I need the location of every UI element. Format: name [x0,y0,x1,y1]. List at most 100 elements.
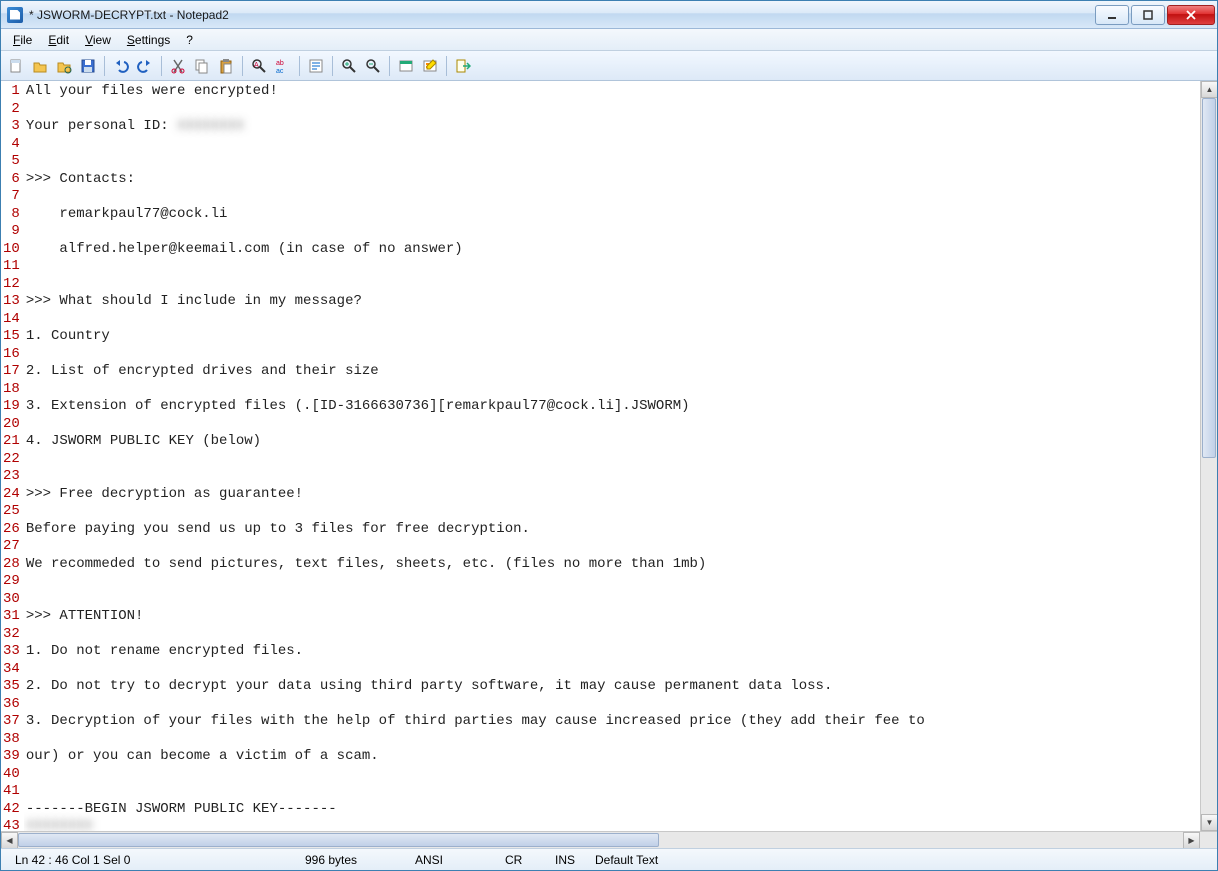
text-line[interactable] [26,223,1198,241]
scrollbar-corner [1200,832,1217,849]
open-file-button[interactable] [29,55,51,77]
text-line[interactable]: >>> What should I include in my message? [26,293,1198,311]
text-line[interactable]: remarkpaul77@cock.li [26,206,1198,224]
undo-button[interactable] [110,55,132,77]
text-line[interactable]: 3. Extension of encrypted files (.[ID-31… [26,398,1198,416]
text-line[interactable] [26,538,1198,556]
text-line[interactable]: >>> Free decryption as guarantee! [26,486,1198,504]
zoom-out-button[interactable] [362,55,384,77]
text-line[interactable] [26,416,1198,434]
text-line[interactable] [26,468,1198,486]
text-line[interactable] [26,258,1198,276]
text-content[interactable]: All your files were encrypted! Your pers… [24,81,1200,831]
menu-edit[interactable]: Edit [40,31,77,49]
minimize-icon [1107,10,1117,20]
text-line[interactable]: 3. Decryption of your files with the hel… [26,713,1198,731]
horizontal-scroll-track[interactable] [18,832,1183,848]
text-line[interactable]: We recommeded to send pictures, text fil… [26,556,1198,574]
vertical-scroll-track[interactable] [1201,98,1217,814]
editor[interactable]: 1 2 3 4 5 6 7 8 9 10 11 12 13 14 15 16 1… [1,81,1200,831]
vertical-scroll-thumb[interactable] [1202,98,1216,458]
browse-button[interactable] [53,55,75,77]
undo-icon [113,58,129,74]
copy-button[interactable] [191,55,213,77]
scroll-right-icon[interactable]: ▶ [1183,832,1200,849]
text-line[interactable] [26,153,1198,171]
svg-text:ab: ab [276,60,284,67]
text-line[interactable] [26,626,1198,644]
redo-icon [137,58,153,74]
text-line[interactable] [26,731,1198,749]
exit-button[interactable] [452,55,474,77]
text-line[interactable] [26,346,1198,364]
text-line[interactable]: alfred.helper@keemail.com (in case of no… [26,241,1198,259]
text-line[interactable] [26,783,1198,801]
text-line[interactable]: Your personal ID: XXXXXXXX [26,118,1198,136]
maximize-button[interactable] [1131,5,1165,25]
open-file-icon [32,58,48,74]
text-line[interactable] [26,311,1198,329]
menu-file[interactable]: File [5,31,40,49]
horizontal-scrollbar[interactable]: ◀ ▶ [1,832,1200,848]
status-position: Ln 42 : 46 Col 1 Sel 0 [7,849,297,870]
svg-text:ac: ac [276,68,284,74]
scheme-button[interactable] [395,55,417,77]
scroll-left-icon[interactable]: ◀ [1,832,18,849]
text-line[interactable] [26,591,1198,609]
text-line[interactable] [26,451,1198,469]
menu-settings[interactable]: Settings [119,31,178,49]
text-line[interactable]: 1. Do not rename encrypted files. [26,643,1198,661]
text-line[interactable]: 1. Country [26,328,1198,346]
titlebar[interactable]: * JSWORM-DECRYPT.txt - Notepad2 [1,1,1217,29]
svg-text:A: A [254,62,259,69]
horizontal-scroll-thumb[interactable] [18,833,659,847]
text-line[interactable] [26,101,1198,119]
text-line[interactable] [26,188,1198,206]
window-controls [1095,5,1215,25]
horizontal-scrollbar-wrap: ◀ ▶ [1,831,1217,848]
text-line[interactable] [26,573,1198,591]
customize-button[interactable] [419,55,441,77]
text-line[interactable] [26,136,1198,154]
text-line[interactable] [26,661,1198,679]
text-line[interactable]: 2. Do not try to decrypt your data using… [26,678,1198,696]
replace-button[interactable]: abac [272,55,294,77]
find-button[interactable]: A [248,55,270,77]
text-line[interactable] [26,696,1198,714]
text-line[interactable]: >>> ATTENTION! [26,608,1198,626]
find-icon: A [251,58,267,74]
toolbar-separator [389,56,390,76]
text-line[interactable] [26,381,1198,399]
close-button[interactable] [1167,5,1215,25]
new-file-button[interactable] [5,55,27,77]
paste-button[interactable] [215,55,237,77]
redo-button[interactable] [134,55,156,77]
word-wrap-icon [308,58,324,74]
browse-icon [56,58,72,74]
menu-view[interactable]: View [77,31,119,49]
text-line[interactable]: 4. JSWORM PUBLIC KEY (below) [26,433,1198,451]
vertical-scrollbar[interactable]: ▲ ▼ [1200,81,1217,831]
menu-help[interactable]: ? [178,31,201,49]
close-icon [1186,10,1196,20]
minimize-button[interactable] [1095,5,1129,25]
save-icon [80,58,96,74]
cut-button[interactable] [167,55,189,77]
scroll-up-icon[interactable]: ▲ [1201,81,1217,98]
text-line[interactable]: 2. List of encrypted drives and their si… [26,363,1198,381]
zoom-in-button[interactable] [338,55,360,77]
save-button[interactable] [77,55,99,77]
text-line[interactable] [26,276,1198,294]
text-line[interactable]: our) or you can become a victim of a sca… [26,748,1198,766]
copy-icon [194,58,210,74]
text-line[interactable] [26,503,1198,521]
word-wrap-button[interactable] [305,55,327,77]
text-line[interactable]: -------BEGIN JSWORM PUBLIC KEY------- [26,801,1198,819]
toolbar-separator [332,56,333,76]
scroll-down-icon[interactable]: ▼ [1201,814,1217,831]
text-line[interactable] [26,766,1198,784]
text-line[interactable]: Before paying you send us up to 3 files … [26,521,1198,539]
text-line[interactable]: XXXXXXXX [26,818,1198,831]
text-line[interactable]: All your files were encrypted! [26,83,1198,101]
text-line[interactable]: >>> Contacts: [26,171,1198,189]
